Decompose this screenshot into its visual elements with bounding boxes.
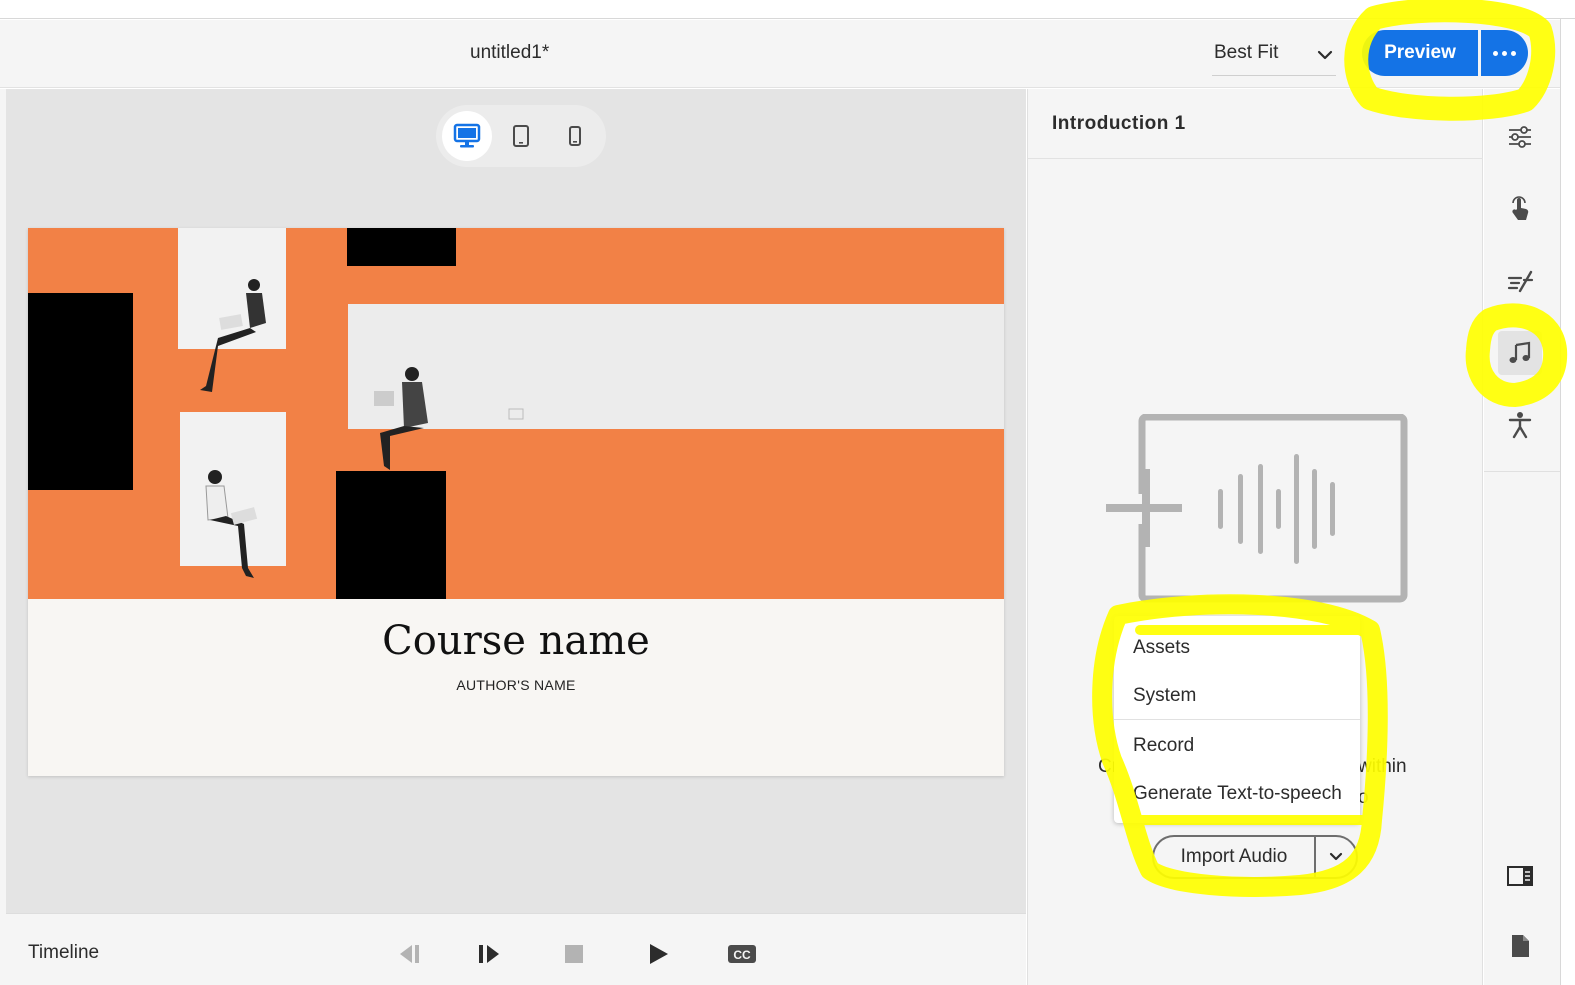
step-forward-button[interactable]: [472, 938, 508, 970]
slide-hero-image: [28, 228, 1004, 599]
interactions-icon: [1512, 196, 1529, 220]
play-button[interactable]: [640, 938, 676, 970]
course-name-heading[interactable]: Course name: [28, 618, 1004, 664]
interactions-button[interactable]: [1498, 187, 1542, 231]
svg-text:CC: CC: [733, 948, 751, 962]
menu-item-system[interactable]: System: [1114, 674, 1360, 718]
menu-item-assets[interactable]: Assets: [1114, 626, 1360, 670]
rail-separator: [1484, 471, 1560, 472]
hint-text-fragment: within: [1358, 756, 1407, 777]
document-title: untitled1*: [470, 42, 550, 63]
panel-header: Introduction 1: [1028, 89, 1483, 159]
import-audio-dropdown-button[interactable]: [1314, 835, 1358, 879]
properties-panel: Introduction 1 Cr within o Assets System…: [1027, 89, 1483, 985]
menu-item-text-to-speech[interactable]: Generate Text-to-speech: [1114, 772, 1360, 816]
step-forward-icon: [479, 945, 499, 963]
canvas-area: Course name AUTHOR'S NAME: [6, 89, 1026, 913]
audio-button[interactable]: [1498, 331, 1542, 375]
stop-button[interactable]: [556, 938, 592, 970]
chevron-down-icon: [1329, 852, 1343, 861]
more-icon-dot: [1502, 50, 1507, 56]
import-audio-button[interactable]: Import Audio: [1152, 835, 1314, 879]
accessibility-button[interactable]: [1498, 403, 1542, 447]
slide-panel-button[interactable]: [1498, 854, 1542, 898]
tablet-icon: [513, 125, 529, 147]
audio-icon: [1509, 341, 1531, 363]
zoom-dropdown[interactable]: Best Fit: [1212, 34, 1336, 76]
more-icon: [1493, 50, 1498, 56]
panel-title: Introduction 1: [1052, 113, 1186, 134]
effects-button[interactable]: [1498, 259, 1542, 303]
stop-icon: [565, 945, 583, 963]
desktop-icon: [453, 123, 481, 148]
menu-divider: [1114, 719, 1360, 720]
tablet-view-button[interactable]: [496, 111, 546, 161]
properties-icon: [1509, 126, 1531, 148]
chevron-down-icon: [1317, 50, 1333, 60]
properties-button[interactable]: [1498, 115, 1542, 159]
top-strip: [0, 0, 1575, 19]
author-name-text[interactable]: AUTHOR'S NAME: [28, 677, 1004, 693]
zoom-value: Best Fit: [1214, 42, 1279, 63]
add-audio-illustration: [1106, 414, 1408, 603]
import-audio-menu: Assets System Record Generate Text-to-sp…: [1114, 616, 1360, 823]
play-icon: [650, 944, 668, 964]
menu-item-record[interactable]: Record: [1114, 724, 1360, 768]
document-icon: [1512, 935, 1529, 957]
effects-icon: [1507, 270, 1534, 293]
document-button[interactable]: [1498, 924, 1542, 968]
timeline-bar: Timeline CC: [6, 913, 1026, 985]
closed-captions-button[interactable]: CC: [724, 938, 760, 970]
app-header: untitled1* Best Fit Preview: [0, 20, 1560, 88]
slide-canvas[interactable]: Course name AUTHOR'S NAME: [28, 228, 1004, 776]
device-toggle: [436, 105, 606, 167]
step-back-button[interactable]: [390, 938, 426, 970]
step-back-icon: [400, 945, 419, 963]
more-options-button[interactable]: [1481, 30, 1528, 76]
slide-panel-icon: [1507, 866, 1533, 886]
desktop-view-button[interactable]: [442, 111, 492, 161]
preview-button[interactable]: Preview: [1362, 30, 1478, 76]
timeline-label[interactable]: Timeline: [28, 942, 99, 964]
right-edge: [1560, 19, 1575, 985]
right-rail: [1484, 89, 1560, 985]
mobile-view-button[interactable]: [550, 111, 600, 161]
mobile-icon: [569, 126, 581, 146]
accessibility-icon: [1508, 412, 1532, 439]
cc-icon: CC: [728, 945, 756, 963]
more-icon-dot: [1511, 50, 1516, 56]
